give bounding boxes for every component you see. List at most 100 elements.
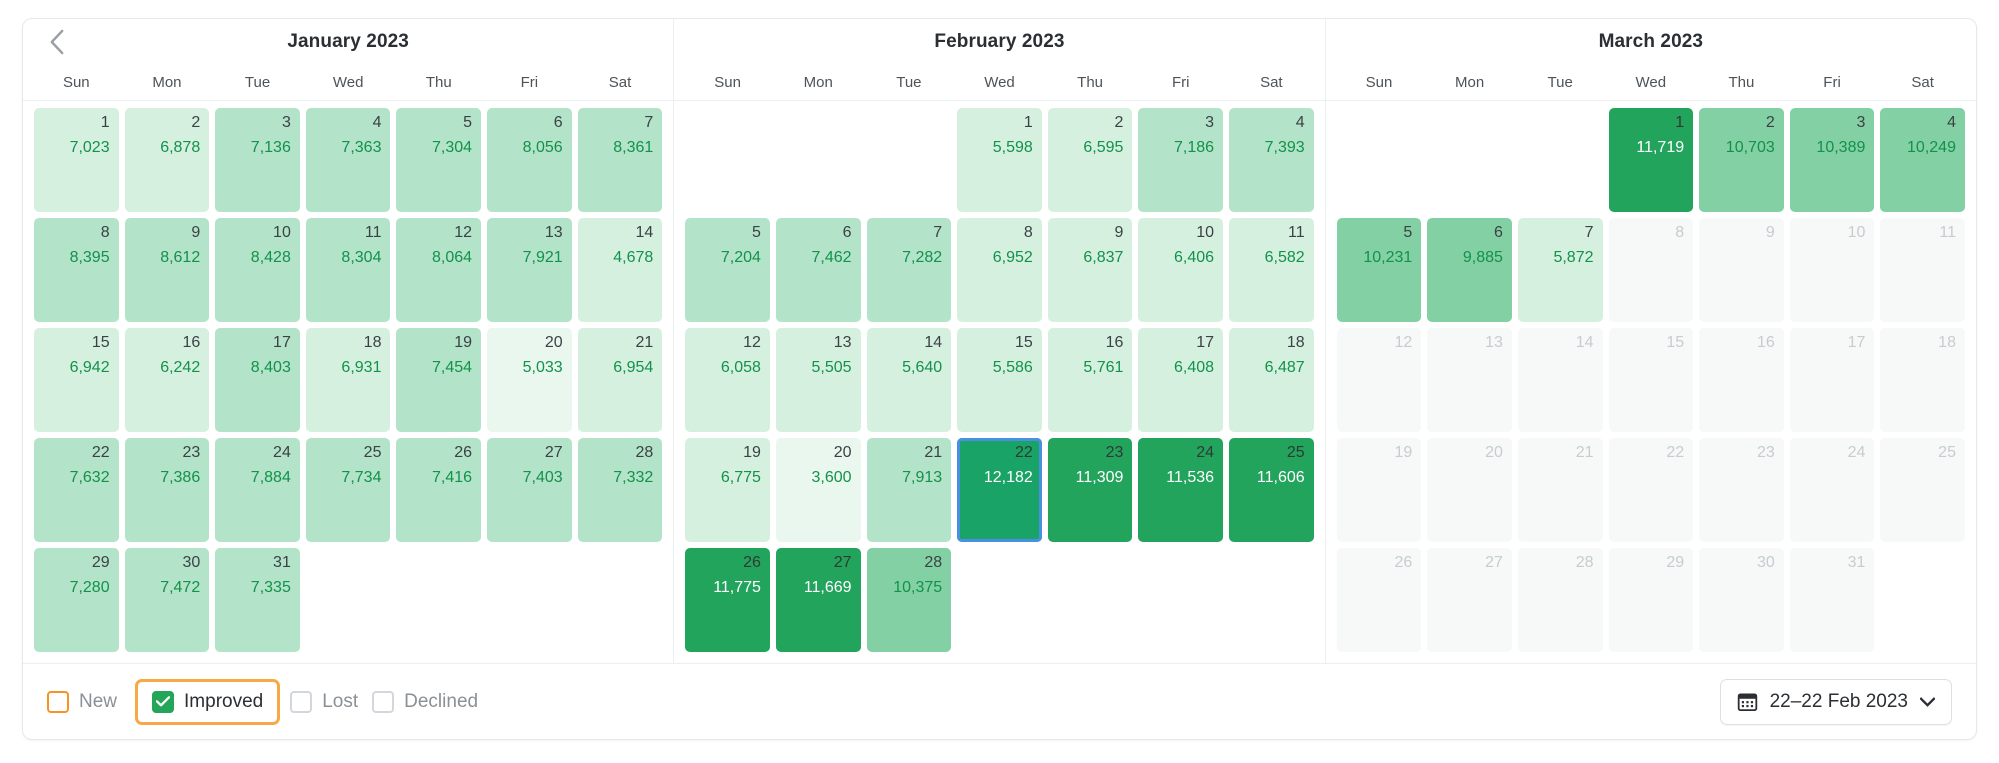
day-cell[interactable]: 14 4,678: [577, 218, 663, 322]
day-cell[interactable]: 18 6,931: [305, 328, 391, 432]
day-cell[interactable]: 19 7,454: [396, 328, 482, 432]
day-cell[interactable]: 6 7,462: [775, 218, 861, 322]
day-cell[interactable]: 10 6,406: [1138, 218, 1224, 322]
day-cell[interactable]: 1 11,719: [1608, 108, 1694, 212]
day-cell[interactable]: 3 10,389: [1789, 108, 1875, 212]
day-value: 10,703: [1725, 138, 1775, 156]
day-cell-selected[interactable]: 22 12,182: [957, 438, 1042, 542]
day-cell[interactable]: 1 5,598: [957, 108, 1042, 212]
day-cell[interactable]: 5 7,304: [396, 108, 482, 212]
day-cell[interactable]: 12 6,058: [685, 328, 770, 432]
day-cell[interactable]: 15 5,586: [957, 328, 1042, 432]
checkbox-icon[interactable]: [47, 690, 69, 713]
day-cell[interactable]: 5 7,204: [685, 218, 770, 322]
day-of-week-label: Fri: [520, 74, 539, 91]
week-row: 1 7,023 2 6,878 3 7,136 4 7,363 5 7,304 6 8,056 7 8,3…: [31, 105, 665, 215]
day-cell[interactable]: 26 7,416: [396, 438, 482, 542]
day-cell[interactable]: 31 7,335: [215, 548, 300, 652]
day-cell[interactable]: 15 6,942: [34, 328, 119, 432]
day-cell[interactable]: 21 6,954: [577, 328, 663, 432]
day-cell-empty: [396, 548, 481, 652]
day-cell[interactable]: 12 8,064: [396, 218, 482, 322]
day-cell[interactable]: 8 8,395: [34, 218, 119, 322]
day-cell[interactable]: 7 8,361: [577, 108, 663, 212]
day-value: 7,304: [432, 138, 473, 156]
day-number: 12: [743, 334, 761, 351]
day-cell[interactable]: 13 5,505: [775, 328, 861, 432]
day-cell[interactable]: 13 7,921: [487, 218, 572, 322]
day-cell[interactable]: 21 7,913: [866, 438, 952, 542]
day-cell[interactable]: 20 3,600: [775, 438, 861, 542]
day-value: 7,335: [250, 578, 291, 596]
day-cell-disabled: 28: [1517, 548, 1603, 652]
day-cell[interactable]: 4 7,393: [1229, 108, 1314, 212]
day-of-week-label: Sat: [1911, 74, 1934, 91]
day-cell[interactable]: 7 7,282: [866, 218, 952, 322]
legend-filter-lost[interactable]: Lost: [290, 690, 372, 713]
day-cell[interactable]: 23 11,309: [1047, 438, 1133, 542]
day-cell[interactable]: 27 7,403: [487, 438, 572, 542]
legend-filter-improved[interactable]: Improved: [135, 678, 281, 725]
day-cell[interactable]: 2 6,878: [124, 108, 210, 212]
day-cell[interactable]: 18 6,487: [1229, 328, 1314, 432]
day-cell[interactable]: 22 7,632: [34, 438, 119, 542]
day-cell[interactable]: 17 8,403: [215, 328, 300, 432]
day-cell[interactable]: 2 6,595: [1047, 108, 1133, 212]
day-cell[interactable]: 1 7,023: [34, 108, 119, 212]
day-value: 8,395: [69, 248, 110, 266]
day-cell[interactable]: 6 9,885: [1427, 218, 1512, 322]
day-cell[interactable]: 23 7,386: [124, 438, 210, 542]
day-cell[interactable]: 17 6,408: [1138, 328, 1224, 432]
day-number: 7: [1584, 224, 1594, 241]
day-cell[interactable]: 11 6,582: [1229, 218, 1314, 322]
day-cell[interactable]: 9 8,612: [124, 218, 210, 322]
week-row: 19 20 21 22 23 24 25: [1334, 435, 1968, 545]
day-cell[interactable]: 3 7,186: [1138, 108, 1224, 212]
day-cell[interactable]: 27 11,669: [775, 548, 861, 652]
day-number: 14: [635, 224, 654, 241]
legend-filter-new[interactable]: New: [47, 690, 131, 713]
checkbox-icon[interactable]: [372, 690, 395, 713]
day-cell[interactable]: 9 6,837: [1047, 218, 1133, 322]
day-cell[interactable]: 25 11,606: [1229, 438, 1314, 542]
day-cell[interactable]: 11 8,304: [305, 218, 391, 322]
day-cell[interactable]: 10 8,428: [215, 218, 300, 322]
day-cell[interactable]: 20 5,033: [487, 328, 572, 432]
day-cell[interactable]: 28 10,375: [866, 548, 952, 652]
day-cell[interactable]: 28 7,332: [577, 438, 663, 542]
day-cell[interactable]: 4 7,363: [305, 108, 391, 212]
day-value: 8,064: [432, 248, 473, 266]
day-cell[interactable]: 5 10,231: [1336, 218, 1422, 322]
day-cell[interactable]: 26 11,775: [685, 548, 770, 652]
day-cell[interactable]: 25 7,734: [305, 438, 391, 542]
day-of-week-header: Sun Mon Tue Wed Thu Fri Sat: [674, 65, 1325, 101]
day-cell[interactable]: 19 6,775: [685, 438, 770, 542]
day-cell[interactable]: 3 7,136: [215, 108, 300, 212]
day-cell[interactable]: 24 7,884: [215, 438, 300, 542]
day-cell[interactable]: 4 10,249: [1880, 108, 1965, 212]
chevron-left-icon[interactable]: [43, 28, 71, 56]
day-cell[interactable]: 16 6,242: [124, 328, 210, 432]
day-value: 7,472: [160, 578, 201, 596]
day-value: 11,719: [1636, 138, 1685, 156]
day-value: 5,640: [902, 358, 943, 376]
day-cell-disabled: 12: [1336, 328, 1422, 432]
day-value: 7,913: [902, 468, 943, 486]
day-cell[interactable]: 29 7,280: [34, 548, 119, 652]
day-cell[interactable]: 8 6,952: [957, 218, 1042, 322]
day-cell-disabled: 24: [1789, 438, 1875, 542]
day-cell[interactable]: 30 7,472: [124, 548, 210, 652]
day-cell[interactable]: 14 5,640: [866, 328, 952, 432]
date-range-picker[interactable]: 22–22 Feb 2023: [1719, 678, 1952, 725]
day-number: 14: [924, 334, 943, 351]
day-cell[interactable]: 24 11,536: [1138, 438, 1224, 542]
checkbox-checked-icon[interactable]: [152, 690, 175, 713]
day-cell[interactable]: 6 8,056: [487, 108, 572, 212]
day-of-week-label: Sun: [714, 74, 741, 91]
day-cell-empty: [578, 548, 663, 652]
legend-filter-declined[interactable]: Declined: [372, 690, 492, 713]
day-cell[interactable]: 16 5,761: [1047, 328, 1133, 432]
checkbox-icon[interactable]: [290, 690, 313, 713]
day-cell[interactable]: 7 5,872: [1517, 218, 1603, 322]
day-cell[interactable]: 2 10,703: [1699, 108, 1784, 212]
